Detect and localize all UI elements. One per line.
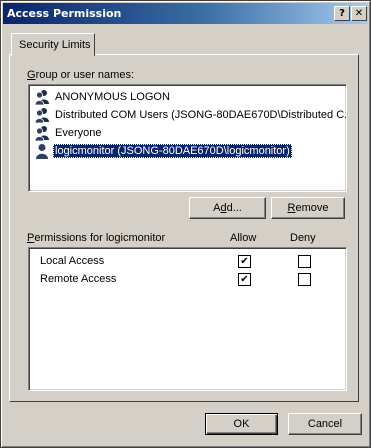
allow-checkbox[interactable]: ✔ [238, 255, 251, 268]
user-name: Everyone [55, 127, 102, 139]
title-bar[interactable]: Access Permission ? ✕ [3, 3, 368, 24]
user-list-item-selected[interactable]: logicmonitor (JSONG-80DAE670D\logicmonit… [32, 142, 344, 160]
permissions-list: Local Access ✔ Remote Access ✔ [28, 247, 347, 391]
tab-label: Security Limits [19, 39, 91, 51]
add-button[interactable]: Add... [189, 197, 266, 219]
remove-label-rest: emove [295, 202, 329, 214]
user-group-icon [34, 90, 49, 105]
user-name: logicmonitor (JSONG-80DAE670D\logicmonit… [53, 144, 292, 158]
user-name: Distributed COM Users (JSONG-80DAE670D\D… [55, 109, 347, 121]
access-permission-dialog: Access Permission ? ✕ Security Limits Gr… [0, 0, 371, 448]
user-list-item[interactable]: Distributed COM Users (JSONG-80DAE670D\D… [32, 106, 347, 124]
user-group-icon [34, 126, 49, 141]
permissions-label-rest: ermissions for logicmonitor [34, 232, 166, 244]
permission-row-remote-access: Remote Access ✔ [29, 271, 346, 289]
tab-security-limits[interactable]: Security Limits [11, 33, 95, 56]
user-list-item[interactable]: Everyone [32, 124, 344, 142]
permission-name: Remote Access [40, 273, 117, 285]
allow-checkbox[interactable]: ✔ [238, 273, 251, 286]
close-button[interactable]: ✕ [351, 6, 367, 21]
deny-checkbox[interactable] [298, 255, 311, 268]
user-list-item[interactable]: ANONYMOUS LOGON [32, 88, 344, 106]
deny-column-header: Deny [290, 232, 316, 244]
add-label-post: d... [226, 202, 242, 214]
user-group-icon [34, 108, 49, 123]
help-button[interactable]: ? [334, 6, 350, 21]
user-name: ANONYMOUS LOGON [55, 91, 170, 103]
group-label-accel: G [27, 69, 36, 81]
check-mark-icon: ✔ [240, 274, 249, 285]
deny-checkbox[interactable] [298, 273, 311, 286]
group-label-rest: roup or user names: [35, 69, 134, 81]
allow-column-header: Allow [230, 232, 257, 244]
group-or-user-names-label: Group or user names: [27, 69, 134, 81]
users-listbox[interactable]: ANONYMOUS LOGON Distributed COM Users (J… [28, 84, 347, 192]
cancel-button[interactable]: Cancel [288, 413, 362, 435]
window-title: Access Permission [7, 7, 122, 20]
check-mark-icon: ✔ [240, 256, 249, 267]
ok-button[interactable]: OK [205, 413, 278, 435]
permission-name: Local Access [40, 255, 105, 267]
remove-button[interactable]: Remove [271, 197, 345, 219]
user-icon [36, 144, 48, 159]
permissions-label: Permissions for logicmonitor [27, 232, 165, 244]
permission-row-local-access: Local Access ✔ [29, 253, 346, 271]
